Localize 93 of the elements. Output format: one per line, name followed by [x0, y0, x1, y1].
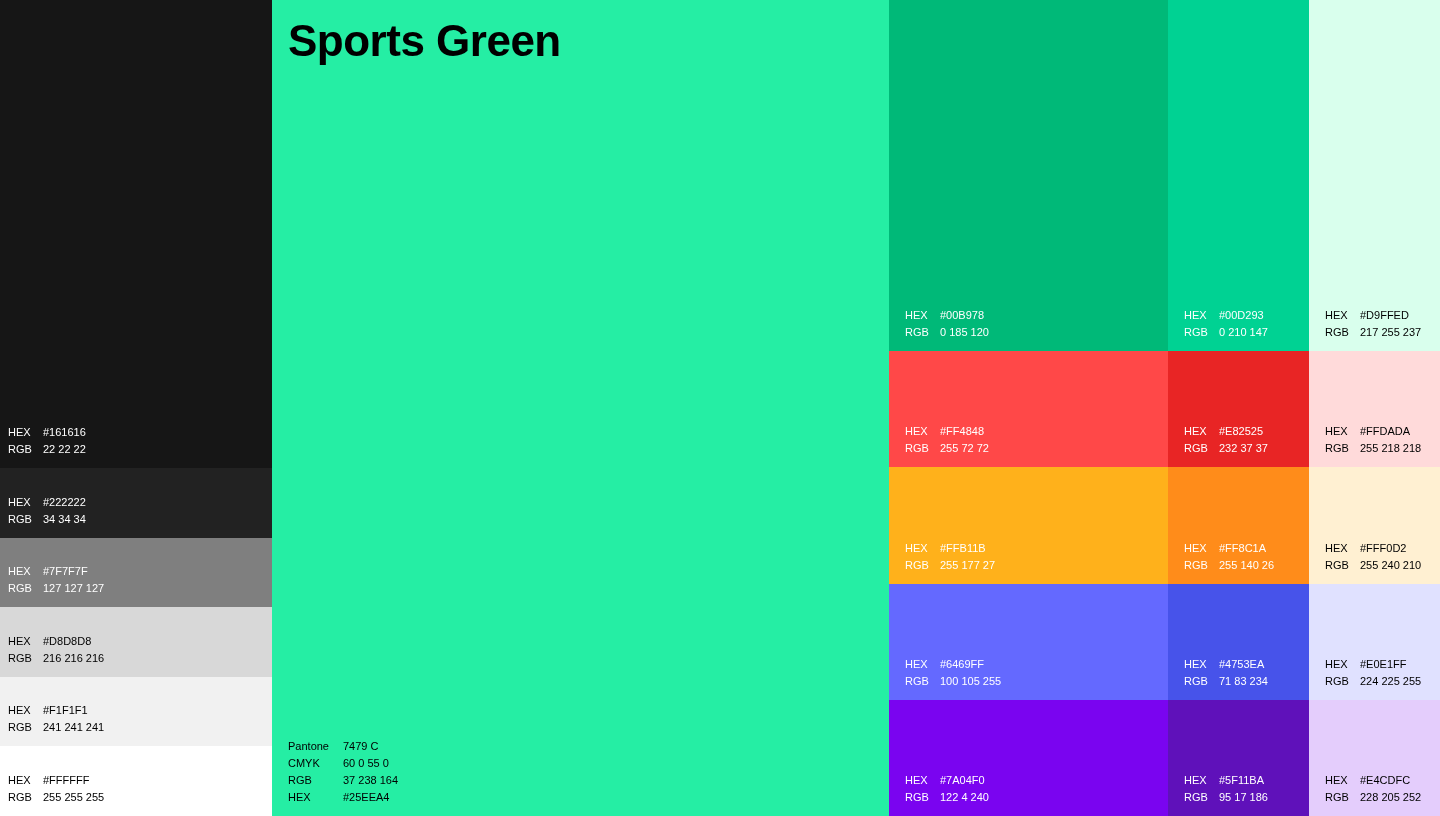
spec-value: 217 255 237 — [1360, 325, 1423, 339]
spec-value: 60 0 55 0 — [343, 756, 390, 770]
spec-label: HEX — [1325, 424, 1349, 439]
spec-value: 100 105 255 — [940, 673, 1003, 688]
spec-label: RGB — [1184, 673, 1209, 688]
spec-label: RGB — [905, 673, 930, 688]
spec-label: RGB — [1325, 325, 1350, 339]
spec-label: HEX — [288, 790, 312, 804]
spec-label: RGB — [8, 650, 33, 665]
spec-label: RGB — [905, 441, 930, 456]
spec-label: HEX — [8, 703, 32, 718]
spec-label: HEX — [1325, 308, 1349, 322]
spec-label: HEX — [1184, 540, 1208, 555]
spec-value: #D9FFED — [1360, 308, 1410, 322]
spec-value: #00D293 — [1219, 308, 1265, 322]
spec-value: #FF8C1A — [1219, 540, 1268, 555]
spec-label: HEX — [8, 772, 32, 787]
spec-value: #F1F1F1 — [43, 703, 89, 718]
spec-value: #D8D8D8 — [43, 633, 93, 648]
spec-value: #5F11BA — [1219, 773, 1266, 787]
spec-value: #E0E1FF — [1360, 656, 1408, 671]
spec-value: 224 225 255 — [1360, 673, 1423, 688]
spec-value: 232 37 37 — [1219, 441, 1269, 456]
spec-value: 255 72 72 — [940, 441, 990, 456]
spec-value: #FFB11B — [940, 540, 987, 555]
spec-label: HEX — [1325, 773, 1349, 787]
spec-value: #4753EA — [1219, 656, 1266, 671]
spec-value: #FF4848 — [940, 424, 986, 439]
spec-value: 216 216 216 — [43, 650, 106, 665]
spec-label: HEX — [905, 424, 929, 439]
spec-value: #FFDADA — [1360, 424, 1412, 439]
spec-value: 34 34 34 — [43, 511, 87, 526]
spec-value: 255 140 26 — [1219, 557, 1276, 572]
spec-label: RGB — [8, 720, 33, 735]
spec-label: RGB — [1184, 325, 1209, 339]
spec-value: #222222 — [43, 494, 87, 509]
spec-label: RGB — [1184, 790, 1209, 804]
spec-label: RGB — [905, 325, 930, 339]
spec-label: HEX — [905, 656, 929, 671]
spec-value: 127 127 127 — [43, 581, 106, 596]
spec-label: HEX — [8, 494, 32, 509]
spec-value: #7F7F7F — [43, 564, 89, 579]
spec-label: Pantone — [288, 739, 330, 753]
spec-value: #7A04F0 — [940, 773, 986, 787]
spec-value: 255 177 27 — [940, 557, 997, 572]
spec-label: RGB — [1325, 441, 1350, 456]
spec-value: 228 205 252 — [1360, 790, 1423, 804]
spec-label: HEX — [1325, 656, 1349, 671]
palette-title: Sports Green — [288, 15, 562, 67]
spec-label: HEX — [1184, 656, 1208, 671]
spec-value: 22 22 22 — [43, 442, 87, 456]
spec-value: 37 238 164 — [343, 773, 400, 787]
spec-label: RGB — [1184, 441, 1209, 456]
spec-label: HEX — [8, 633, 32, 648]
spec-label: HEX — [8, 564, 32, 579]
spec-value: #E82525 — [1219, 424, 1265, 439]
spec-label: HEX — [1184, 424, 1208, 439]
spec-value: #161616 — [43, 425, 87, 439]
spec-value: 255 255 255 — [43, 789, 106, 804]
spec-label: HEX — [1325, 540, 1349, 555]
spec-value: 255 240 210 — [1360, 557, 1423, 572]
spec-value: 71 83 234 — [1219, 673, 1269, 688]
spec-label: HEX — [8, 425, 32, 439]
spec-label: HEX — [1184, 308, 1208, 322]
spec-label: HEX — [905, 773, 929, 787]
spec-label: RGB — [905, 557, 930, 572]
spec-label: RGB — [1325, 790, 1350, 804]
spec-label: CMYK — [288, 756, 321, 770]
spec-label: HEX — [905, 540, 929, 555]
spec-value: #E4CDFC — [1360, 773, 1412, 787]
spec-value: 241 241 241 — [43, 720, 106, 735]
spec-label: RGB — [8, 581, 33, 596]
spec-value: 0 210 147 — [1219, 325, 1269, 339]
spec-value: 7479 C — [343, 739, 380, 753]
spec-value: #25EEA4 — [343, 790, 391, 804]
spec-value: 255 218 218 — [1360, 441, 1423, 456]
spec-label: HEX — [905, 308, 929, 322]
spec-label: RGB — [1325, 557, 1350, 572]
spec-label: RGB — [905, 790, 930, 804]
spec-value: 95 17 186 — [1219, 790, 1269, 804]
spec-label: RGB — [1184, 557, 1209, 572]
spec-label: RGB — [8, 789, 33, 804]
spec-label: RGB — [8, 442, 33, 456]
spec-label: RGB — [1325, 673, 1350, 688]
spec-label: RGB — [8, 511, 33, 526]
spec-value: #6469FF — [940, 656, 986, 671]
spec-label: RGB — [288, 773, 313, 787]
spec-label: HEX — [1184, 773, 1208, 787]
spec-value: #FFF0D2 — [1360, 540, 1408, 555]
spec-value: #00B978 — [940, 308, 986, 322]
spec-value: #FFFFFF — [43, 772, 91, 787]
spec-value: 0 185 120 — [940, 325, 990, 339]
spec-value: 122 4 240 — [940, 790, 990, 804]
